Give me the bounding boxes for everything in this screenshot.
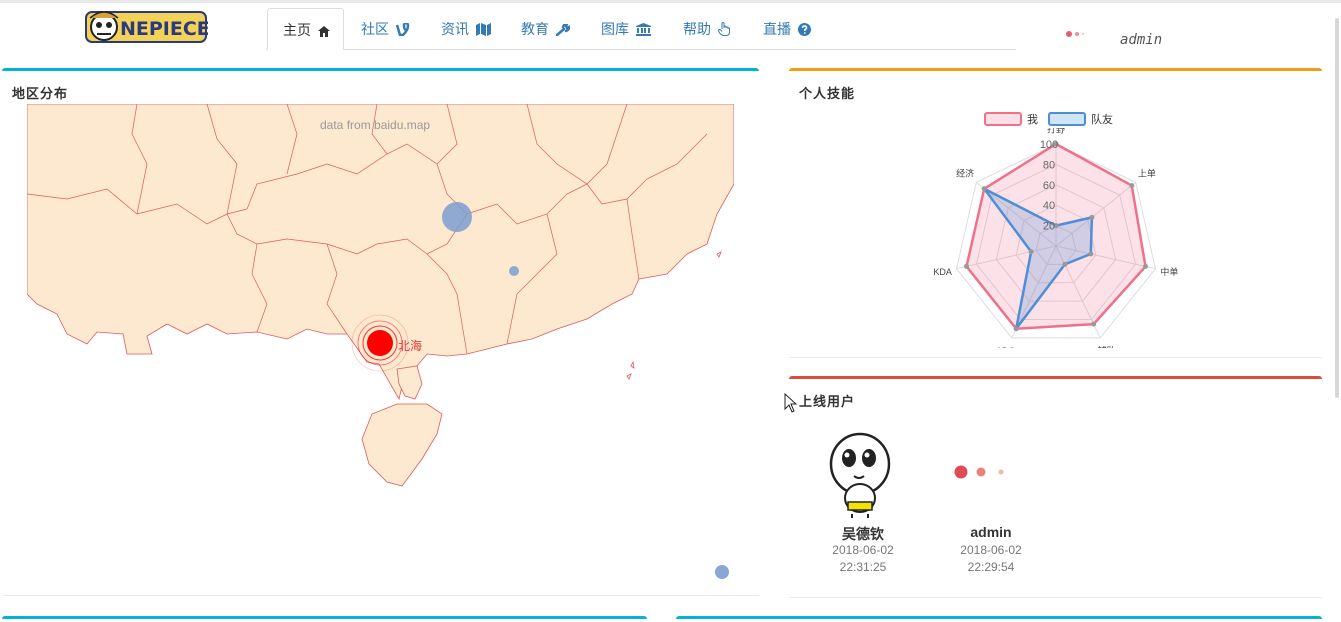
radar-tick-label: 100 [1040,139,1058,151]
mouse-cursor-icon [784,393,798,413]
panel-divider [789,597,1322,598]
tab-gallery[interactable]: 图库 [586,8,666,50]
home-icon [317,26,330,37]
tab-live[interactable]: 直播 [748,8,826,50]
online-user-date: 2018-06-02 [832,543,894,557]
loading-dots-icon [954,465,1014,484]
region-map[interactable] [27,104,734,594]
radar-tick-label: 20 [1043,221,1055,233]
lower-panel-left [2,616,647,622]
header-username[interactable]: admin [1120,32,1162,48]
tab-education[interactable]: 教育 [506,8,585,50]
radar-tick-label: 80 [1043,159,1055,171]
radar-point [1013,326,1019,332]
skills-radar-chart[interactable]: 20 40 60 80 100 打野上单中单辅助 ADC KDA 经济 [930,128,1180,348]
radar-axis-label: KDA [933,267,952,277]
cartoon-avatar-icon[interactable] [826,428,896,520]
hand-pointer-icon [717,21,730,36]
radar-point [1088,251,1094,257]
legend-swatch [984,112,1022,126]
tab-label: 主页 [283,22,311,38]
radar-axis-label: 辅助 [1097,345,1115,348]
legend-item-teammate[interactable]: 队友 [1048,111,1113,127]
svg-text:NEPIECE: NEPIECE [120,18,208,40]
radar-axis-label: 中单 [1160,266,1178,277]
tab-label: 图库 [601,21,629,37]
tab-label: 帮助 [683,21,711,37]
lower-panel-right [676,616,1322,622]
loading-dots-icon [1066,25,1087,43]
online-user-name[interactable]: 吴德钦 [813,524,913,544]
radar-axis-label: 打野 [1047,128,1065,135]
radar-point [1089,214,1095,220]
radar-axis-label: ADC [996,346,1016,348]
island-region [361,403,443,487]
tab-label: 教育 [521,21,549,37]
city-bubble[interactable] [715,565,729,579]
panel-divider [2,595,759,596]
online-user-name[interactable]: admin [941,524,1041,540]
radar-axis-label: 经济 [956,168,974,179]
panel-title: 上线用户 [799,395,856,410]
top-border [0,0,1341,3]
legend-swatch [1048,112,1086,126]
wrench-icon [555,22,571,37]
map-credit: data from baidu.map [320,118,431,132]
radar-point [1142,263,1148,269]
panel-title: 地区分布 [12,87,69,102]
city-bubble[interactable] [509,266,519,276]
peninsula-region [396,365,423,400]
highlight-city-marker[interactable] [367,330,393,356]
radar-point [1129,183,1135,189]
vertical-scrollbar[interactable] [1335,18,1339,398]
radar-tick-label: 60 [1043,180,1055,192]
tab-label: 社区 [361,21,389,37]
tab-label: 资讯 [441,21,469,37]
tab-community[interactable]: 社区 [346,8,425,50]
city-bubble[interactable] [442,202,472,232]
online-user-time: 22:31:25 [839,560,887,574]
question-circle-icon [797,23,811,36]
online-user-time: 22:29:54 [967,560,1015,574]
tab-help[interactable]: 帮助 [668,8,745,50]
one-piece-logo[interactable]: NEPIECE [84,4,208,46]
tab-label: 直播 [763,21,791,37]
radar-point [1062,261,1068,267]
radar-point [981,186,987,192]
legend-label: 队友 [1091,114,1113,126]
vine-icon [395,21,410,37]
radar-point [1091,321,1097,327]
panel-divider [789,357,1322,358]
tab-home[interactable]: 主页 [267,8,344,50]
radar-point [1028,249,1034,255]
bank-icon [635,23,651,36]
map-icon [475,23,491,36]
panel-title: 个人技能 [799,87,856,102]
legend-label: 我 [1027,114,1038,126]
main-nav: 主页 社区 资讯 教育 图库 帮助 直播 [266,8,1016,50]
radar-point [964,263,970,269]
legend-item-me[interactable]: 我 [984,111,1038,127]
radar-tick-label: 40 [1043,200,1055,212]
online-user-date: 2018-06-02 [960,543,1022,557]
city-label: 北海 [398,339,423,353]
radar-axis-label: 上单 [1138,168,1156,179]
tab-news[interactable]: 资讯 [426,8,506,50]
